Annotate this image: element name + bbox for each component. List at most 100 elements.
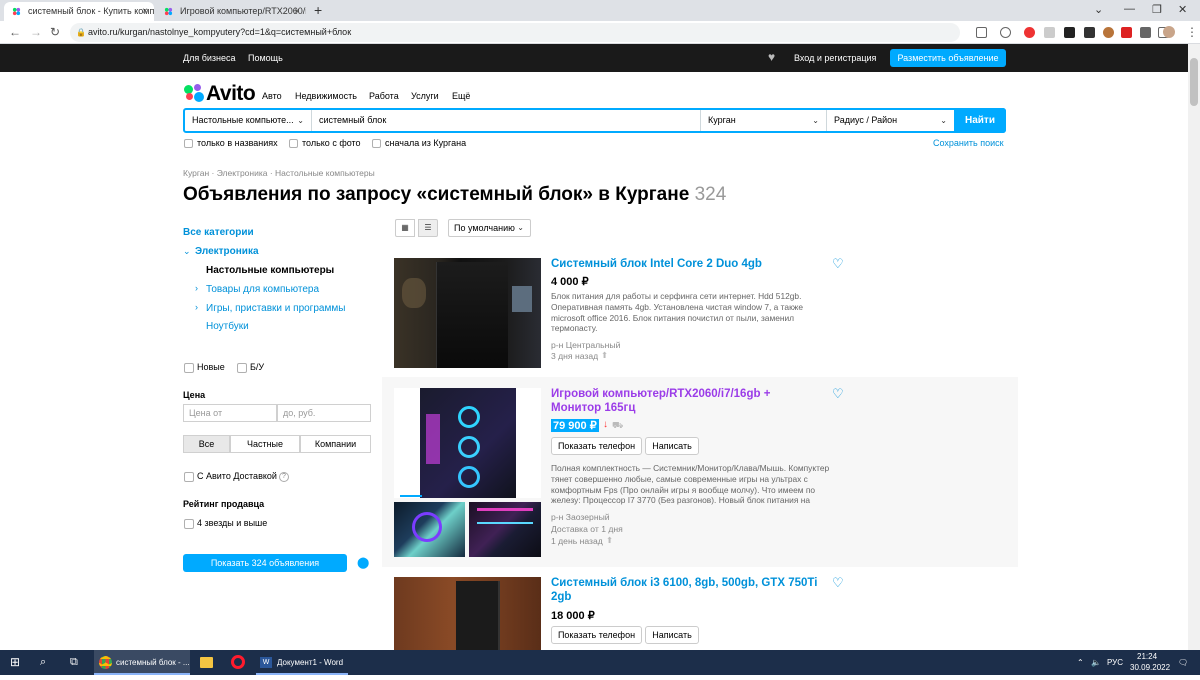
listing-price: 4 000 ₽: [551, 276, 589, 288]
rating-4-checkbox[interactable]: [184, 519, 194, 529]
seller-rating-label: Рейтинг продавца: [183, 499, 265, 509]
bear-extension-icon[interactable]: [1103, 27, 1114, 38]
reload-icon[interactable]: ↻: [50, 25, 60, 39]
taskbar-chrome[interactable]: системный блок - ...: [94, 650, 190, 675]
price-to-input[interactable]: до, руб.: [277, 404, 371, 422]
electronics-link[interactable]: Электроника: [195, 246, 259, 257]
puzzle-extension-icon[interactable]: [1140, 27, 1151, 38]
nav-auto[interactable]: Авто: [262, 91, 282, 101]
city-select[interactable]: Курган ⌄: [701, 110, 827, 131]
for-business-link[interactable]: Для бизнеса: [183, 53, 236, 63]
show-phone-button[interactable]: Показать телефон: [551, 437, 642, 455]
back-arrow-icon[interactable]: ←: [9, 25, 21, 39]
listing-photo[interactable]: [394, 388, 541, 498]
delivery-truck-icon: ⛟: [612, 420, 624, 430]
url-field[interactable]: 🔒 avito.ru/kurgan/nastolnye_kompyutery?c…: [70, 23, 960, 42]
notifications-icon[interactable]: 🗨: [1178, 650, 1188, 675]
breadcrumb[interactable]: Курган · Электроника · Настольные компью…: [183, 168, 375, 178]
page-scrollbar[interactable]: [1188, 44, 1200, 650]
seller-private-button[interactable]: Частные: [230, 435, 300, 453]
used-condition-checkbox[interactable]: [237, 363, 247, 373]
close-icon[interactable]: ×: [294, 2, 300, 21]
maximize-icon[interactable]: ❐: [1152, 3, 1162, 16]
opera-icon[interactable]: [231, 655, 245, 669]
games-link[interactable]: Игры, приставки и программы: [206, 303, 345, 314]
tab-search-results[interactable]: системный блок - Купить компьютер ×: [4, 2, 154, 21]
write-message-button[interactable]: Написать: [645, 626, 699, 644]
only-titles-checkbox[interactable]: [184, 139, 193, 148]
nav-more[interactable]: Ещё: [452, 91, 470, 101]
grid-view-icon[interactable]: ▦: [395, 219, 415, 237]
scrollbar-thumb[interactable]: [1190, 58, 1198, 106]
avito-delivery-checkbox[interactable]: [184, 472, 194, 482]
sort-select[interactable]: По умолчанию ⌄: [448, 219, 531, 237]
radius-select[interactable]: Радиус / Район ⌄: [827, 110, 954, 131]
file-explorer-icon[interactable]: [200, 657, 213, 668]
tab-search-chevron-icon[interactable]: ⌄: [1094, 3, 1103, 16]
listing-photo-secondary[interactable]: [394, 502, 465, 557]
language-indicator[interactable]: РУС: [1107, 650, 1123, 675]
save-search-link[interactable]: Сохранить поиск: [933, 138, 1004, 148]
nav-jobs[interactable]: Работа: [369, 91, 399, 101]
login-link[interactable]: Вход и регистрация: [794, 53, 876, 63]
search-icon[interactable]: ⌕: [40, 650, 46, 675]
find-button[interactable]: Найти: [954, 108, 1006, 133]
city-first-checkbox[interactable]: [372, 139, 381, 148]
bookmark-star-icon[interactable]: [1024, 27, 1035, 38]
listing-title[interactable]: Системный блок i3 6100, 8gb, 500gb, GTX …: [551, 576, 821, 604]
raise-arrow-icon: ⬆: [601, 350, 609, 360]
electronics-chevron-icon[interactable]: ⌄: [183, 246, 191, 257]
favorite-heart-icon[interactable]: ♡: [832, 256, 844, 272]
only-photo-checkbox[interactable]: [289, 139, 298, 148]
seller-all-button[interactable]: Все: [183, 435, 230, 453]
new-condition-checkbox[interactable]: [184, 363, 194, 373]
shield-extension-icon[interactable]: [1044, 27, 1055, 38]
post-ad-button[interactable]: Разместить объявление: [890, 49, 1006, 67]
search-input[interactable]: системный блок: [312, 110, 701, 131]
listing-title[interactable]: Игровой компьютер/RTX2060/i7/16gb + Мони…: [551, 387, 821, 415]
clock-date[interactable]: 30.09.2022: [1130, 655, 1170, 680]
nav-realty[interactable]: Недвижимость: [295, 91, 357, 101]
browser-menu-icon[interactable]: ⋮: [1186, 25, 1198, 39]
volume-icon[interactable]: 🔈: [1091, 650, 1101, 675]
rgb-fan-shape: [458, 406, 480, 428]
accessories-link[interactable]: Товары для компьютера: [206, 284, 319, 295]
profile-avatar[interactable]: [1163, 26, 1175, 38]
category-select[interactable]: Настольные компьюте... ⌄: [185, 110, 312, 131]
listing-title[interactable]: Системный блок Intel Core 2 Duo 4gb: [551, 257, 821, 271]
price-from-input[interactable]: Цена от: [183, 404, 277, 422]
write-message-button[interactable]: Написать: [645, 437, 699, 455]
list-view-icon[interactable]: ☰: [418, 219, 438, 237]
red-extension-icon[interactable]: [1121, 27, 1132, 38]
nav-services[interactable]: Услуги: [411, 91, 439, 101]
sort-select-value: По умолчанию: [454, 223, 515, 233]
share-icon[interactable]: [976, 27, 987, 38]
listing-photo[interactable]: [394, 258, 541, 368]
favorites-heart-icon[interactable]: ♥: [768, 50, 775, 64]
tab-gaming-pc[interactable]: Игровой компьютер/RTX2060/i7/16gb ×: [156, 2, 306, 21]
window-close-icon[interactable]: ✕: [1178, 3, 1187, 16]
close-icon[interactable]: ×: [142, 2, 148, 21]
minimize-icon[interactable]: —: [1124, 3, 1135, 15]
show-results-button[interactable]: Показать 324 объявления: [183, 554, 347, 572]
windows-start-icon[interactable]: ⊞: [10, 650, 20, 675]
help-question-icon[interactable]: ?: [279, 472, 289, 482]
help-link[interactable]: Помощь: [248, 53, 283, 63]
map-pin-icon[interactable]: ⬤: [357, 556, 369, 569]
laptops-link[interactable]: Ноутбуки: [206, 321, 249, 332]
zoom-icon[interactable]: [1000, 27, 1011, 38]
task-view-icon[interactable]: ⧉: [70, 650, 78, 675]
k-extension-alt-icon[interactable]: [1084, 27, 1095, 38]
k-extension-icon[interactable]: [1064, 27, 1075, 38]
show-phone-button[interactable]: Показать телефон: [551, 626, 642, 644]
new-tab-button[interactable]: +: [314, 2, 322, 18]
taskbar-word[interactable]: W Документ1 - Word: [256, 650, 348, 675]
listing-photo[interactable]: [394, 577, 541, 650]
all-categories-link[interactable]: Все категории: [183, 227, 254, 238]
listing-photo-secondary[interactable]: [469, 502, 541, 557]
forward-arrow-icon[interactable]: →: [30, 25, 42, 39]
seller-company-button[interactable]: Компании: [300, 435, 371, 453]
favorite-heart-icon[interactable]: ♡: [832, 386, 844, 402]
tray-chevron-icon[interactable]: ⌃: [1077, 650, 1084, 675]
favorite-heart-icon[interactable]: ♡: [832, 575, 844, 591]
